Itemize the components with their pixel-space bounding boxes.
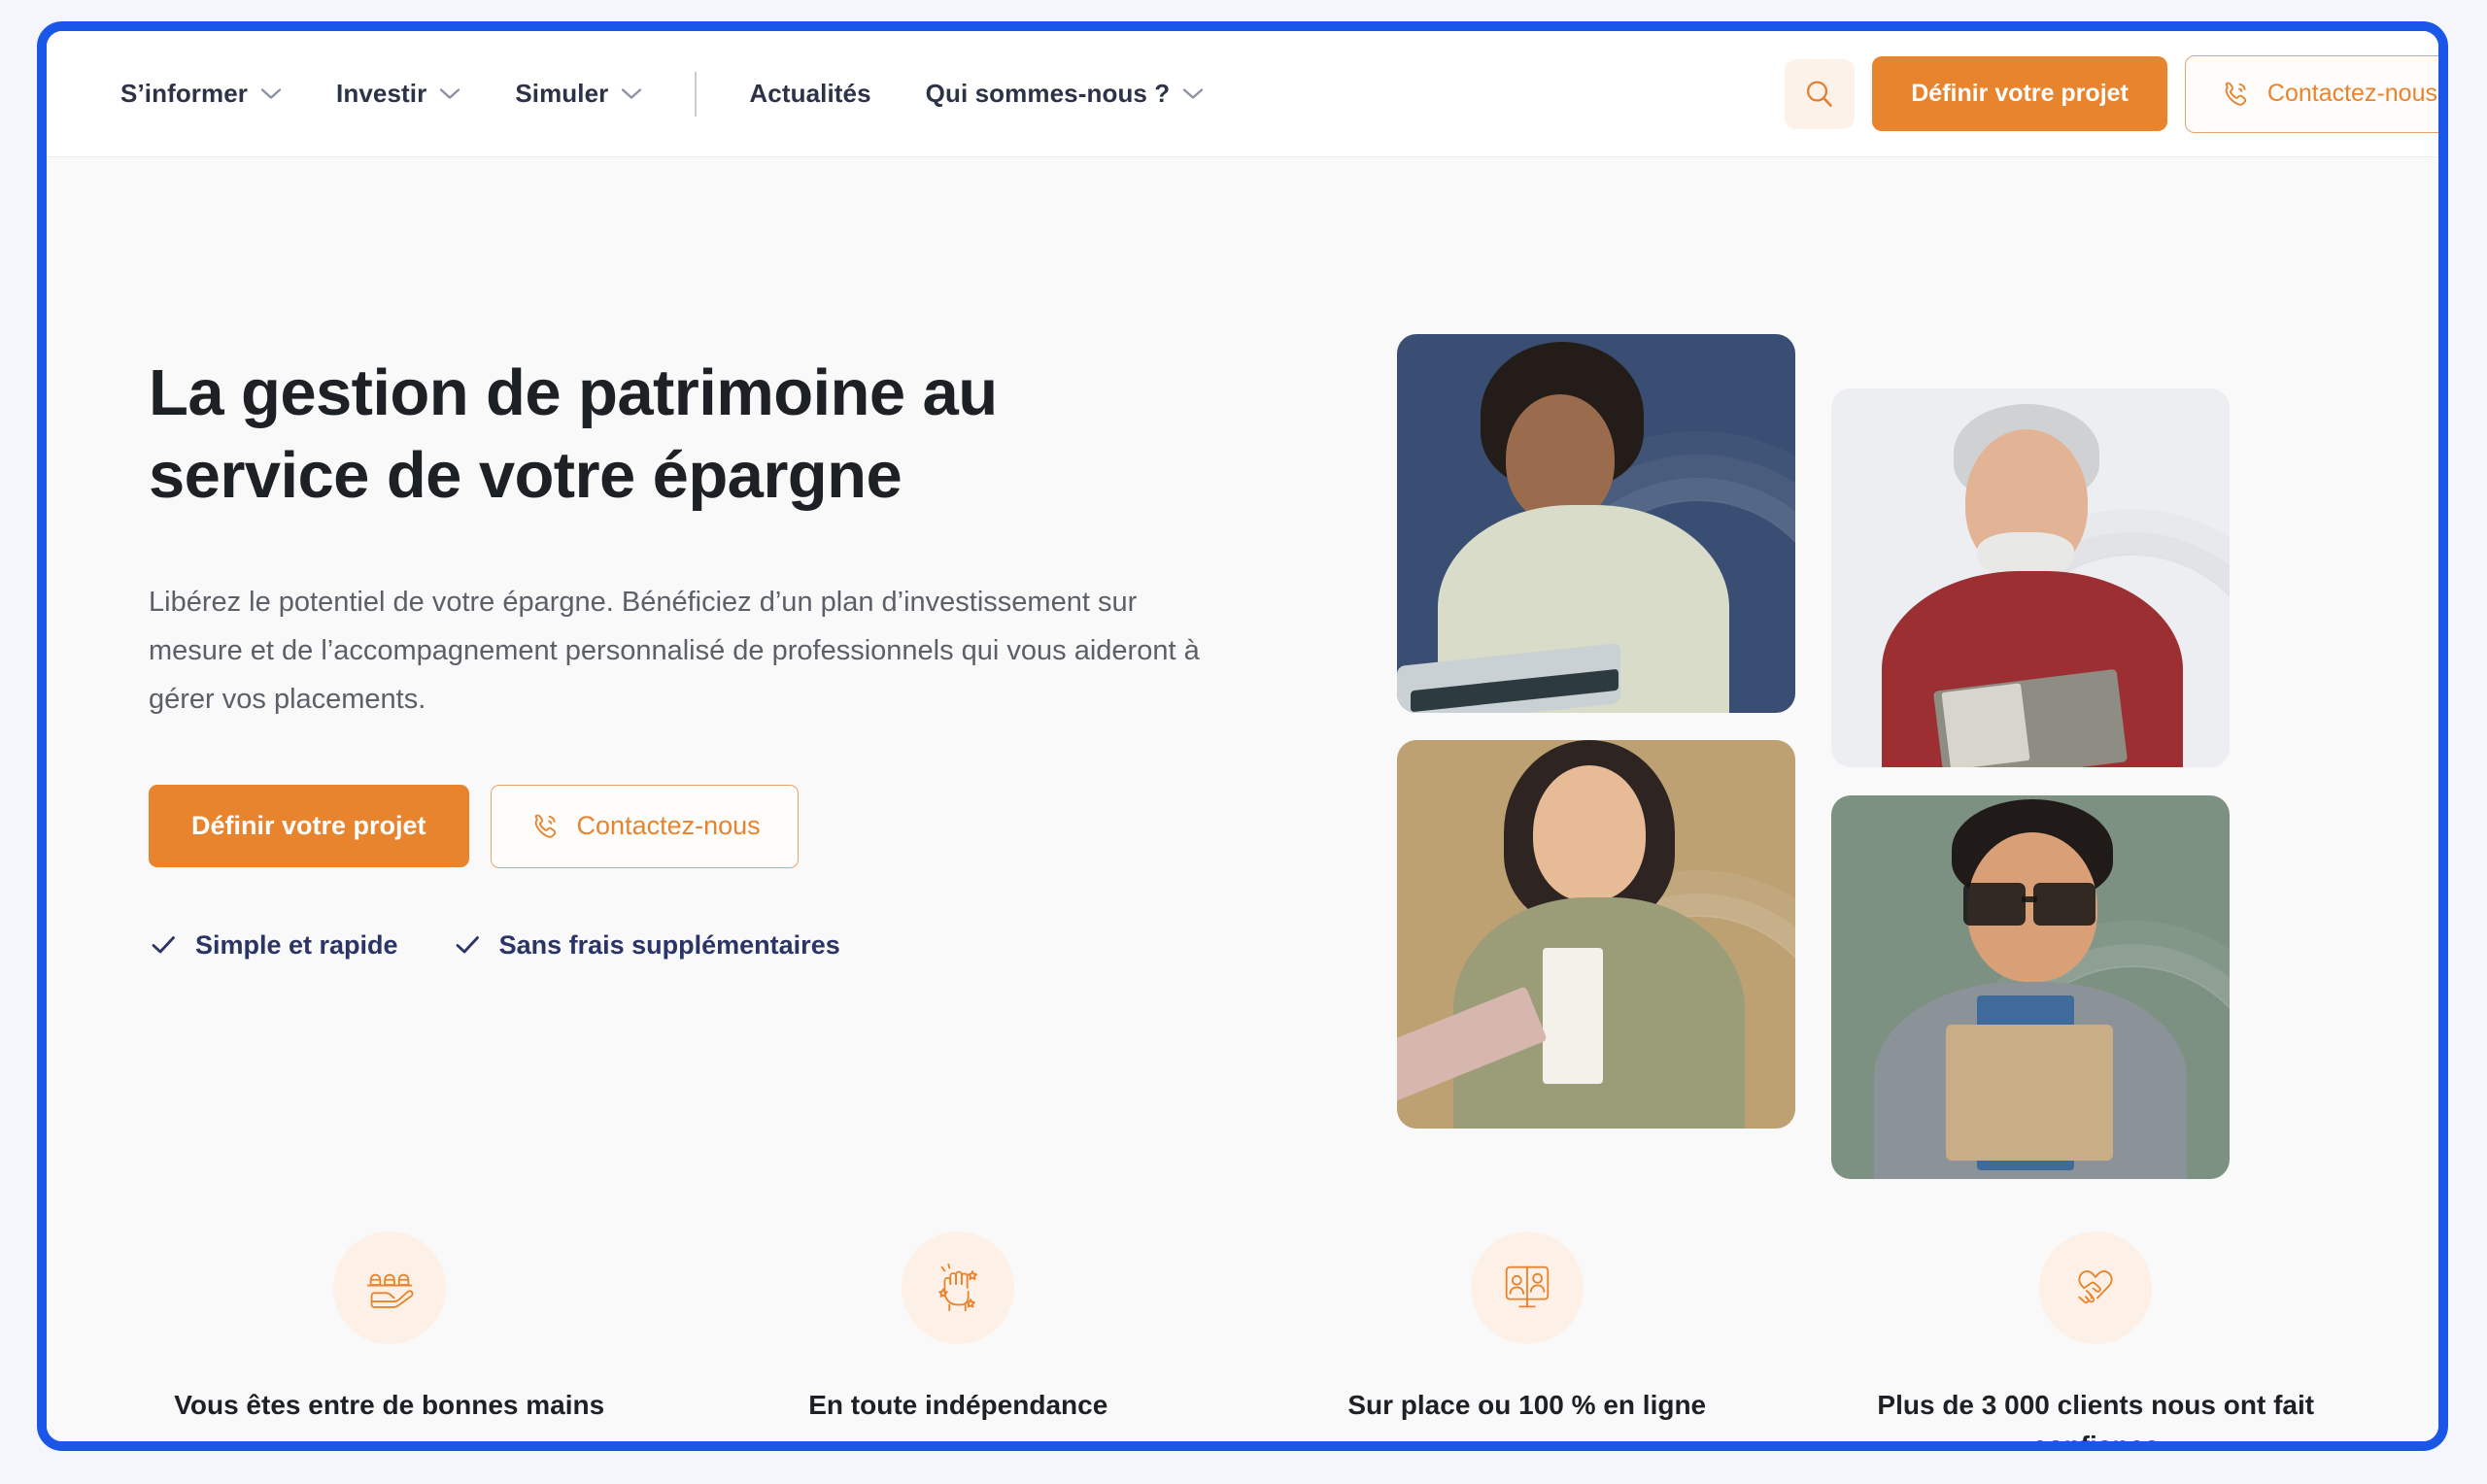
hero-image-collage (1397, 313, 2271, 1179)
hero-copy: La gestion de patrimoine au service de v… (47, 157, 1300, 1216)
hero-subtitle: Libérez le potentiel de votre épargne. B… (149, 587, 1200, 715)
nav-item-simuler[interactable]: Simuler (488, 69, 669, 118)
hero-cta-group: Définir votre projet Contactez-nous (149, 784, 1300, 868)
chevron-down-icon (622, 88, 642, 99)
feature-label: Vous êtes entre de bonnes mains (174, 1390, 605, 1420)
hero-contact-label: Contactez-nous (576, 811, 761, 841)
feature-independence: En toute indépendance (674, 1231, 1244, 1441)
hero-contact-button[interactable]: Contactez-nous (490, 784, 799, 868)
nav-item-label: Simuler (515, 79, 609, 108)
nav-item-label: S’informer (120, 79, 249, 108)
feature-label: Sur place ou 100 % en ligne (1347, 1390, 1707, 1420)
browser-viewport-frame: S’informer Investir Simuler Actualités Q… (37, 21, 2448, 1451)
nav-item-label: Qui sommes-nous ? (925, 79, 1171, 108)
search-icon (1807, 80, 1833, 107)
handshake-heart-icon (2078, 1270, 2113, 1304)
figure-silhouette (1831, 388, 2230, 767)
figure-silhouette (1831, 795, 2230, 1179)
feature-icon-wrap (332, 1231, 446, 1344)
photo-senior-notebook (1831, 388, 2230, 767)
feature-label: Plus de 3 000 clients nous ont fait conf… (1877, 1390, 2315, 1441)
feature-icon-wrap (2039, 1231, 2153, 1344)
feature-good-hands: Vous êtes entre de bonnes mains (105, 1231, 674, 1441)
check-icon (456, 936, 479, 954)
feature-strip: Vous êtes entre de bonnes mains En toute… (47, 1216, 2438, 1441)
hero-section: La gestion de patrimoine au service de v… (47, 157, 2438, 1216)
nav-item-qui-sommes-nous[interactable]: Qui sommes-nous ? (899, 69, 1232, 118)
phone-ring-icon (2225, 82, 2247, 106)
feature-label: En toute indépendance (808, 1390, 1108, 1420)
nav-item-label: Investir (336, 79, 427, 108)
benefit-label: Sans frais supplémentaires (498, 929, 840, 960)
header-actions: Définir votre projet Contactez-nous (1785, 54, 2438, 133)
search-button[interactable] (1785, 58, 1856, 129)
photo-woman-tablet (1397, 740, 1795, 1129)
benefit-label: Simple et rapide (195, 929, 398, 960)
feature-trusted-clients: Plus de 3 000 clients nous ont fait conf… (1812, 1231, 2381, 1441)
photo-man-tablet (1831, 795, 2230, 1179)
chevron-down-icon (440, 88, 460, 99)
nav-item-sinformer[interactable]: S’informer (93, 69, 309, 118)
people-in-hand-icon (366, 1273, 414, 1308)
figure-silhouette (1397, 334, 1795, 713)
feature-online-or-onsite: Sur place ou 100 % en ligne (1243, 1231, 1812, 1441)
benefit-item: Simple et rapide (149, 930, 398, 961)
phone-ring-icon (534, 814, 556, 838)
page-scroll-container[interactable]: S’informer Investir Simuler Actualités Q… (47, 31, 2438, 1441)
site-header: S’informer Investir Simuler Actualités Q… (47, 31, 2438, 157)
header-contact-button[interactable]: Contactez-nous (2184, 54, 2438, 133)
feature-icon-wrap (1470, 1231, 1584, 1344)
benefit-item: Sans frais supplémentaires (453, 930, 840, 961)
raised-fist-stars-icon (938, 1263, 978, 1312)
photo-woman-laptop (1397, 334, 1795, 713)
main-navigation: S’informer Investir Simuler Actualités Q… (93, 69, 1231, 118)
video-meeting-icon (1505, 1265, 1549, 1308)
header-contact-label: Contactez-nous (2266, 80, 2437, 107)
hero-define-project-button[interactable]: Définir votre projet (149, 785, 469, 868)
hero-benefits-list: Simple et rapide Sans frais supplémentai… (149, 930, 1300, 961)
header-define-project-button[interactable]: Définir votre projet (1872, 56, 2167, 131)
nav-item-investir[interactable]: Investir (309, 69, 488, 118)
chevron-down-icon (260, 88, 282, 99)
page-title: La gestion de patrimoine au service de v… (149, 356, 998, 513)
check-icon (152, 936, 175, 954)
figure-silhouette (1397, 740, 1795, 1129)
nav-divider (695, 71, 698, 117)
feature-icon-wrap (902, 1231, 1015, 1344)
nav-item-actualites[interactable]: Actualités (722, 69, 898, 118)
nav-item-label: Actualités (749, 79, 871, 108)
chevron-down-icon (1183, 88, 1204, 99)
